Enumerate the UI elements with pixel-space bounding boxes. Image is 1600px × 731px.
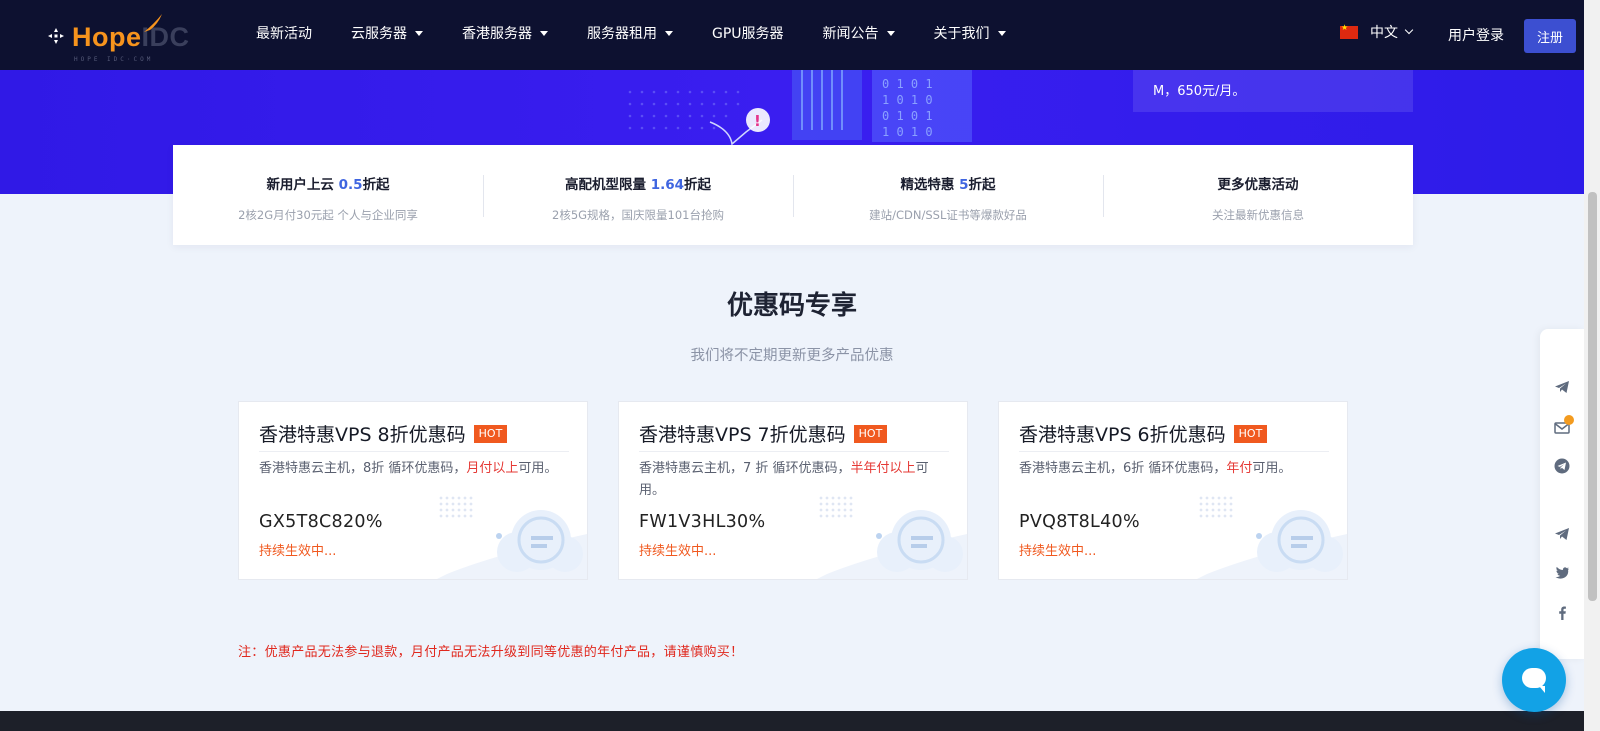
- hot-badge: HOT: [1233, 424, 1268, 443]
- purchase-notice: 注：优惠产品无法参与退款，月付产品无法升级到同等优惠的年付产品，请谨慎购买！: [238, 645, 744, 660]
- promo-title: 更多优惠活动: [1217, 177, 1299, 193]
- coupon-description: 香港特惠云主机，6折 循环优惠码，年付可用。: [1019, 461, 1292, 476]
- coupon-card[interactable]: 香港特惠VPS 7折优惠码 HOT 香港特惠云主机，7 折 循环优惠码，半年付以上…: [618, 401, 968, 580]
- coupon-description: 香港特惠云主机，8折 循环优惠码，月付以上可用。: [259, 461, 558, 476]
- promo-subtitle: 2核5G规格，国庆限量101台抢购: [552, 208, 724, 222]
- coupon-status: 持续生效中...: [1019, 544, 1097, 559]
- caret-down-icon: [540, 30, 548, 36]
- promo-item-more-activities[interactable]: 更多优惠活动 关注最新优惠信息: [1103, 173, 1413, 222]
- coupon-card[interactable]: 香港特惠VPS 8折优惠码 HOT 香港特惠云主机，8折 循环优惠码，月付以上可用…: [238, 401, 588, 580]
- svg-text:!: !: [754, 112, 761, 130]
- caret-down-icon: [997, 30, 1006, 36]
- nav-item-latest-activity[interactable]: 最新活动: [256, 23, 312, 43]
- coupon-code[interactable]: PVQ8T8L40%: [1019, 512, 1140, 532]
- logo-swoosh-icon: [144, 14, 162, 32]
- section-title: 优惠码专享: [726, 291, 857, 321]
- svg-text:1 0 1 0: 1 0 1 0: [882, 93, 933, 107]
- email-icon[interactable]: [1554, 415, 1574, 435]
- chat-bubble-icon: [1522, 668, 1546, 693]
- coupon-card[interactable]: 香港特惠VPS 6折优惠码 HOT 香港特惠云主机，6折 循环优惠码，年付可用。 …: [998, 401, 1348, 580]
- promo-item-new-user[interactable]: 新用户上云 0.5折起 2核2G月付30元起 个人与企业同享: [173, 173, 483, 222]
- telegram-icon[interactable]: [1554, 526, 1570, 542]
- telegram-circle-icon[interactable]: [1554, 458, 1570, 474]
- coupon-status: 持续生效中...: [259, 544, 337, 559]
- coupon-status: 持续生效中...: [639, 544, 717, 559]
- divider: [259, 451, 569, 452]
- promo-item-high-config[interactable]: 高配机型限量 1.64折起 2核5G规格，国庆限量101台抢购: [483, 173, 793, 222]
- divider: [1019, 451, 1329, 452]
- nav-item-news[interactable]: 新闻公告: [823, 23, 895, 43]
- language-selector[interactable]: 中文: [1340, 22, 1414, 42]
- cloud-decoration-icon: [437, 496, 587, 579]
- caret-down-icon: [665, 30, 673, 36]
- china-flag-icon: [1340, 23, 1358, 39]
- promo-title: 新用户上云 0.5折起: [266, 177, 390, 193]
- twitter-icon[interactable]: [1554, 565, 1570, 581]
- chevron-down-icon: [1404, 25, 1414, 35]
- facebook-icon[interactable]: [1554, 605, 1570, 621]
- live-chat-button[interactable]: [1502, 648, 1566, 712]
- caret-down-icon: [415, 30, 423, 36]
- main-nav: 最新活动 云服务器 香港服务器 服务器租用 GPU服务器 新闻公告 关于我们: [256, 0, 1045, 66]
- promo-item-selected-deals[interactable]: 精选特惠 5折起 建站/CDN/SSL证书等爆款好品: [793, 173, 1103, 222]
- logo-mark-icon: [48, 28, 64, 44]
- hopeidc-logo[interactable]: HopeIDC HOPE IDC·COM: [46, 12, 196, 63]
- svg-text:1 0 1 0: 1 0 1 0: [882, 125, 933, 139]
- coupon-code[interactable]: FW1V3HL30%: [639, 512, 765, 532]
- notification-badge: [1564, 415, 1574, 425]
- promo-title: 高配机型限量 1.64折起: [564, 177, 711, 193]
- caret-down-icon: [886, 30, 895, 36]
- coupon-title: 香港特惠VPS 6折优惠码 HOT: [1019, 420, 1268, 447]
- top-navbar: HopeIDC HOPE IDC·COM 最新活动 云服务器 香港服务器 服务器…: [0, 0, 1584, 70]
- section-subtitle: 我们将不定期更新更多产品优惠: [690, 348, 894, 364]
- hero-info-card: M，650元/月。: [1133, 70, 1413, 112]
- hot-badge: HOT: [473, 424, 508, 443]
- hot-badge: HOT: [853, 424, 888, 443]
- promo-title: 精选特惠 5折起: [900, 177, 996, 193]
- promo-subtitle: 关注最新优惠信息: [1212, 208, 1304, 222]
- promo-strip: 新用户上云 0.5折起 2核2G月付30元起 个人与企业同享 高配机型限量 1.…: [173, 145, 1413, 245]
- nav-item-about-us[interactable]: 关于我们: [934, 23, 1006, 43]
- logo-wordmark: HopeIDC: [72, 22, 190, 52]
- svg-text:0 1 0 1: 0 1 0 1: [882, 77, 933, 91]
- logo-subtext: HOPE IDC·COM: [74, 56, 154, 63]
- social-rail: [1540, 329, 1584, 659]
- divider: [639, 451, 949, 452]
- coupon-title: 香港特惠VPS 7折优惠码 HOT: [639, 420, 888, 447]
- cloud-decoration-icon: [817, 496, 967, 579]
- telegram-icon[interactable]: [1554, 379, 1570, 395]
- promo-subtitle: 2核2G月付30元起 个人与企业同享: [238, 208, 418, 222]
- nav-item-gpu-server[interactable]: GPU服务器: [712, 23, 784, 43]
- coupon-title: 香港特惠VPS 8折优惠码 HOT: [259, 420, 508, 447]
- cloud-decoration-icon: [1197, 496, 1347, 579]
- nav-item-cloud-server[interactable]: 云服务器: [351, 23, 423, 43]
- coupon-code[interactable]: GX5T8C820%: [259, 512, 383, 532]
- login-link[interactable]: 用户登录: [1448, 25, 1504, 45]
- svg-text:0 1 0 1: 0 1 0 1: [882, 109, 933, 123]
- footer: [0, 711, 1584, 731]
- nav-item-hk-server[interactable]: 香港服务器: [462, 23, 548, 43]
- promo-subtitle: 建站/CDN/SSL证书等爆款好品: [869, 208, 1027, 222]
- register-button[interactable]: 注册: [1524, 19, 1576, 53]
- nav-item-server-rental[interactable]: 服务器租用: [587, 23, 673, 43]
- scrollbar-thumb[interactable]: [1588, 192, 1597, 601]
